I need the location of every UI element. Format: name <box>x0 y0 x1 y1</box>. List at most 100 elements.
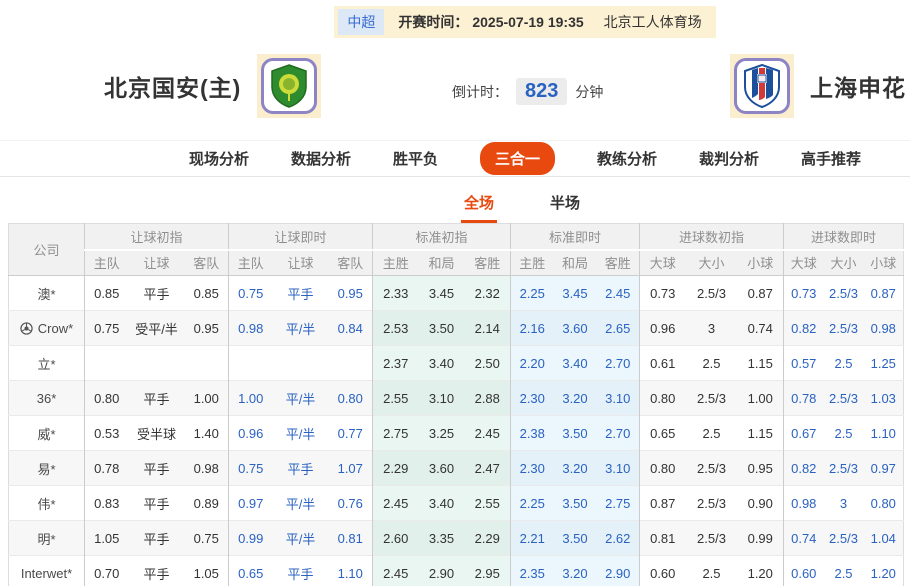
odds-cell[interactable]: 2.5 <box>823 555 864 586</box>
odds-cell[interactable]: 1.07 <box>328 450 373 486</box>
odds-cell[interactable]: 2.90 <box>596 555 640 586</box>
odds-cell[interactable]: 3.10 <box>596 380 640 416</box>
odds-cell[interactable]: 2.30 <box>510 380 554 416</box>
odds-cell[interactable]: 2.75 <box>596 485 640 521</box>
odds-cell[interactable]: 2.70 <box>596 345 640 381</box>
odds-cell[interactable]: 0.57 <box>783 345 824 381</box>
odds-cell[interactable]: 平/半 <box>272 415 329 451</box>
odds-cell[interactable]: 3 <box>823 485 864 521</box>
odds-cell[interactable]: 1.10 <box>863 415 904 451</box>
odds-cell[interactable]: 2.20 <box>510 345 554 381</box>
odds-cell[interactable]: 1.20 <box>863 555 904 586</box>
odds-cell[interactable]: 0.98 <box>863 310 904 346</box>
col-header-2-2: 让球 <box>272 249 329 276</box>
odds-cell[interactable]: 0.67 <box>783 415 824 451</box>
odds-cell[interactable]: 2.5/3 <box>823 310 864 346</box>
odds-cell[interactable]: 0.98 <box>228 310 273 346</box>
odds-cell[interactable]: 3.10 <box>596 450 640 486</box>
odds-cell[interactable]: 2.38 <box>510 415 554 451</box>
odds-cell[interactable]: 0.76 <box>328 485 373 521</box>
company-cell[interactable]: 立* <box>8 345 85 381</box>
odds-cell[interactable]: 2.5/3 <box>823 275 864 311</box>
odds-cell[interactable]: 2.35 <box>510 555 554 586</box>
odds-cell[interactable]: 3.60 <box>553 310 597 346</box>
odds-cell[interactable]: 1.10 <box>328 555 373 586</box>
odds-cell[interactable]: 1.00 <box>228 380 273 416</box>
odds-cell[interactable]: 平/半 <box>272 520 329 556</box>
odds-cell[interactable]: 1.03 <box>863 380 904 416</box>
odds-cell[interactable]: 3.20 <box>553 450 597 486</box>
odds-cell[interactable]: 0.99 <box>228 520 273 556</box>
nav-tab-4[interactable]: 三合一 <box>479 142 555 175</box>
odds-cell[interactable]: 2.30 <box>510 450 554 486</box>
nav-tab-1[interactable]: 现场分析 <box>189 148 249 169</box>
odds-cell[interactable]: 0.95 <box>328 275 373 311</box>
odds-cell[interactable]: 2.45 <box>596 275 640 311</box>
odds-cell[interactable]: 3.50 <box>553 520 597 556</box>
odds-cell[interactable]: 1.25 <box>863 345 904 381</box>
odds-cell[interactable]: 3.50 <box>553 485 597 521</box>
odds-cell[interactable]: 0.96 <box>228 415 273 451</box>
odds-cell[interactable]: 2.5/3 <box>823 520 864 556</box>
odds-cell[interactable]: 3.45 <box>553 275 597 311</box>
company-cell[interactable]: 明* <box>8 520 85 556</box>
odds-cell[interactable]: 2.65 <box>596 310 640 346</box>
company-cell[interactable]: 威* <box>8 415 85 451</box>
odds-cell[interactable]: 2.70 <box>596 415 640 451</box>
odds-cell[interactable]: 0.84 <box>328 310 373 346</box>
odds-cell[interactable]: 3.20 <box>553 380 597 416</box>
odds-cell[interactable]: 2.5/3 <box>823 380 864 416</box>
odds-cell[interactable]: 2.16 <box>510 310 554 346</box>
odds-cell[interactable]: 0.82 <box>783 310 824 346</box>
odds-cell[interactable]: 2.62 <box>596 520 640 556</box>
subtab-1[interactable]: 全场 <box>460 192 497 223</box>
odds-cell[interactable]: 2.25 <box>510 275 554 311</box>
odds-cell[interactable]: 2.5 <box>823 415 864 451</box>
odds-cell[interactable]: 0.74 <box>783 520 824 556</box>
company-cell[interactable]: 澳* <box>8 275 85 311</box>
nav-tab-7[interactable]: 高手推荐 <box>801 148 861 169</box>
company-cell[interactable]: 易* <box>8 450 85 486</box>
odds-cell[interactable]: 平手 <box>272 555 329 586</box>
odds-cell[interactable]: 0.97 <box>228 485 273 521</box>
odds-cell[interactable]: 平/半 <box>272 310 329 346</box>
odds-cell[interactable]: 0.98 <box>783 485 824 521</box>
odds-cell[interactable]: 0.78 <box>783 380 824 416</box>
odds-cell[interactable]: 1.04 <box>863 520 904 556</box>
odds-cell[interactable]: 平/半 <box>272 485 329 521</box>
odds-cell: 2.5/3 <box>685 485 738 521</box>
company-cell[interactable]: Crow* <box>8 310 85 346</box>
odds-cell[interactable]: 0.80 <box>328 380 373 416</box>
odds-cell[interactable]: 0.73 <box>783 275 824 311</box>
odds-cell[interactable]: 0.97 <box>863 450 904 486</box>
odds-cell[interactable]: 0.77 <box>328 415 373 451</box>
company-cell[interactable]: 伟* <box>8 485 85 521</box>
odds-cell[interactable]: 平手 <box>272 450 329 486</box>
odds-cell[interactable]: 2.5 <box>823 345 864 381</box>
odds-cell[interactable]: 平/半 <box>272 380 329 416</box>
odds-cell[interactable]: 0.75 <box>228 275 273 311</box>
odds-cell[interactable]: 0.75 <box>228 450 273 486</box>
odds-cell[interactable]: 0.65 <box>228 555 273 586</box>
odds-cell[interactable]: 0.81 <box>328 520 373 556</box>
company-name: 立* <box>37 356 56 372</box>
company-cell[interactable]: Interwet* <box>8 555 85 586</box>
odds-cell[interactable]: 0.87 <box>863 275 904 311</box>
subtab-2[interactable]: 半场 <box>547 192 583 223</box>
nav-tab-3[interactable]: 胜平负 <box>393 148 438 169</box>
odds-cell[interactable]: 2.21 <box>510 520 554 556</box>
odds-cell[interactable]: 0.60 <box>783 555 824 586</box>
odds-cell[interactable]: 2.5/3 <box>823 450 864 486</box>
nav-tab-5[interactable]: 教练分析 <box>597 148 657 169</box>
nav-tab-6[interactable]: 裁判分析 <box>699 148 759 169</box>
nav-tab-2[interactable]: 数据分析 <box>291 148 351 169</box>
odds-cell[interactable]: 0.82 <box>783 450 824 486</box>
odds-cell[interactable]: 平手 <box>272 275 329 311</box>
odds-cell[interactable]: 3.20 <box>553 555 597 586</box>
company-cell[interactable]: 36* <box>8 380 85 416</box>
odds-cell: 平手 <box>128 520 185 556</box>
odds-cell[interactable]: 2.25 <box>510 485 554 521</box>
odds-cell[interactable]: 3.50 <box>553 415 597 451</box>
odds-cell[interactable]: 3.40 <box>553 345 597 381</box>
odds-cell[interactable]: 0.80 <box>863 485 904 521</box>
